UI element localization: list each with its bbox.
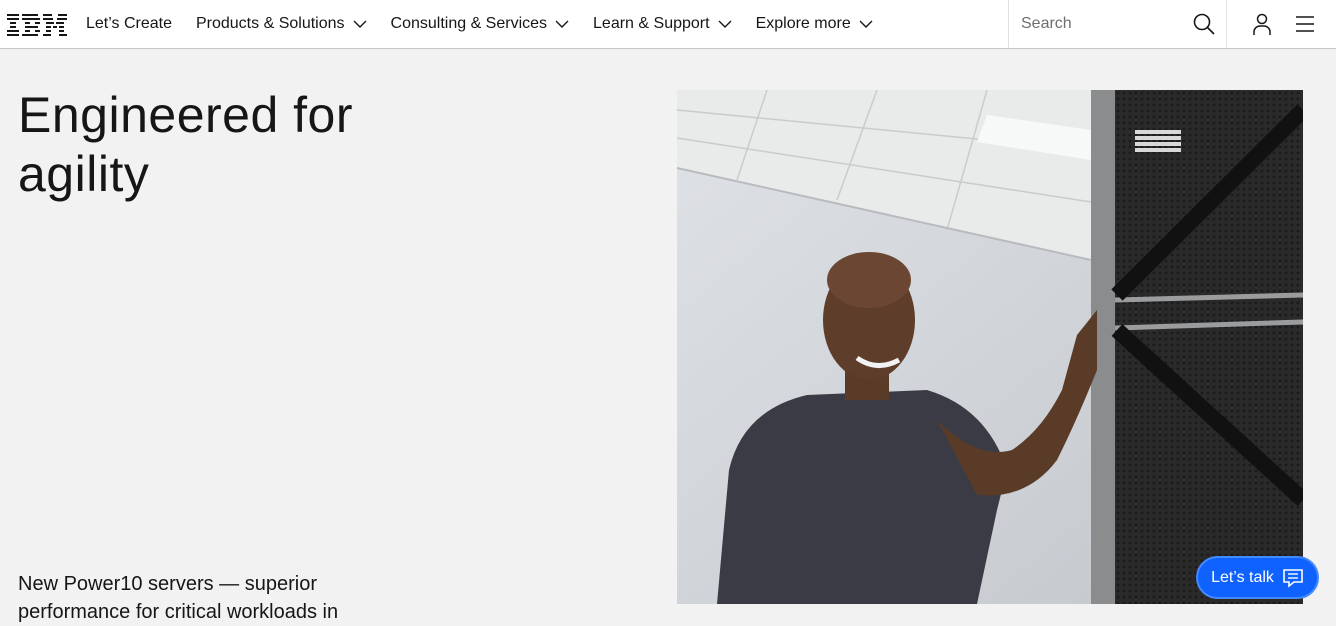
ibm-logo[interactable] [7, 12, 67, 36]
nav-item-products-solutions[interactable]: Products & Solutions [184, 0, 379, 48]
top-navigation-bar: Let’s Create Products & Solutions Consul… [0, 0, 1336, 49]
hero-subtitle: New Power10 servers — superior performan… [18, 573, 339, 623]
search-icon[interactable] [1192, 12, 1216, 36]
user-icon[interactable] [1250, 12, 1274, 36]
search-input[interactable] [1021, 15, 1191, 33]
main-nav: Let’s Create Products & Solutions Consul… [74, 0, 885, 48]
hero-image [677, 90, 1303, 604]
chat-icon [1283, 568, 1303, 588]
nav-item-label: Let’s Create [86, 15, 172, 32]
menu-icon[interactable] [1293, 12, 1317, 36]
nav-item-explore-more[interactable]: Explore more [744, 0, 885, 48]
nav-item-consulting-services[interactable]: Consulting & Services [379, 0, 582, 48]
lets-talk-label: Let’s talk [1211, 568, 1274, 586]
chevron-down-icon [718, 20, 732, 28]
nav-item-lets-create[interactable]: Let’s Create [74, 0, 184, 48]
nav-item-label: Learn & Support [593, 15, 710, 32]
lets-talk-button[interactable]: Let’s talk [1196, 556, 1319, 599]
nav-item-learn-support[interactable]: Learn & Support [581, 0, 744, 48]
nav-item-label: Products & Solutions [195, 15, 345, 32]
hero-title: Engineered for agility [18, 87, 354, 202]
search-box [1008, 0, 1227, 48]
nav-item-label: Explore more [755, 15, 851, 32]
chevron-down-icon [353, 20, 367, 28]
hero-photo [677, 90, 1303, 604]
chevron-down-icon [859, 20, 873, 28]
chevron-down-icon [555, 20, 569, 28]
nav-item-label: Consulting & Services [390, 15, 548, 32]
